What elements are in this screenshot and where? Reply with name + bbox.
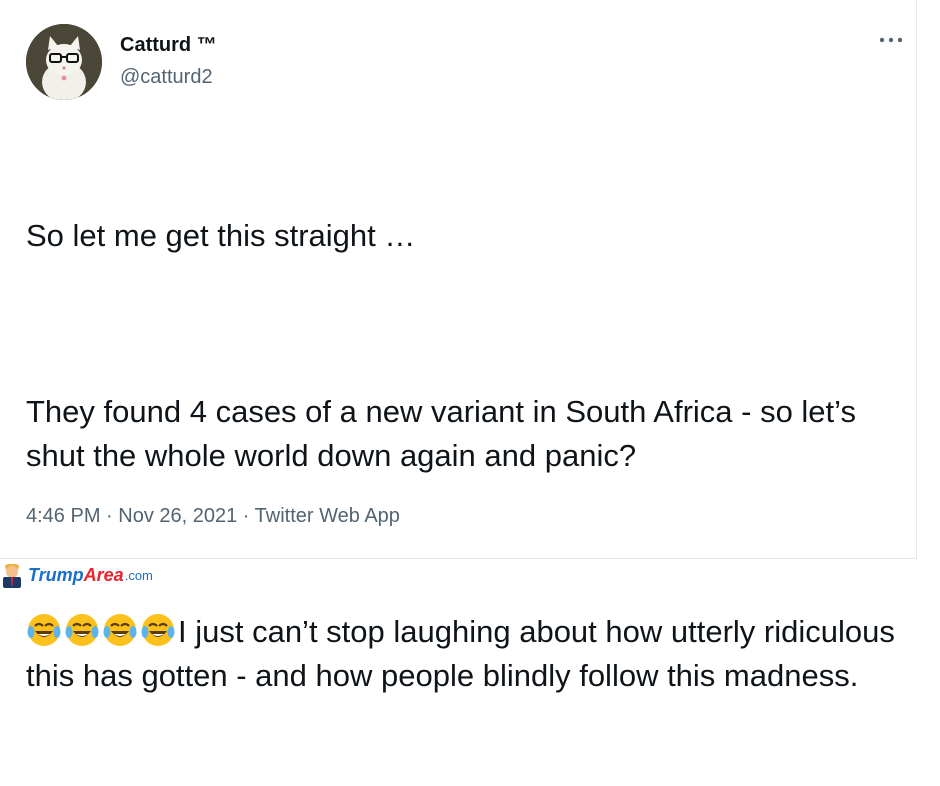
emoji-row [26,614,178,649]
tweet-card: Catturd ™ @catturd2 So let me get this s… [0,0,917,693]
tweet-paragraph: I just can’t stop laughing about how utt… [26,610,906,698]
face-with-tears-of-joy-icon [141,614,175,646]
cat-avatar-icon [26,24,102,100]
tweet-paragraph: They found 4 cases of a new variant in S… [26,394,865,473]
avatar[interactable] [26,24,102,100]
tweet-time[interactable]: 4:46 PM [26,505,100,527]
face-with-tears-of-joy-icon [103,614,137,646]
meta-separator: · [237,505,255,527]
meta-separator: · [100,505,119,527]
tweet-text: So let me get this straight … They found… [26,126,906,786]
tweet-paragraph: So let me get this straight … [26,218,416,253]
face-with-tears-of-joy-icon [27,614,61,646]
watermark-brand-main: Trump [28,564,84,585]
tweet-source[interactable]: Twitter Web App [255,505,400,527]
tweet-date[interactable]: Nov 26, 2021 [118,505,237,527]
tweet-metadata: 4:46 PM · Nov 26, 2021 · Twitter Web App [26,505,400,528]
watermark-brand-accent: Area [83,564,124,585]
watermark-suffix: .com [124,567,153,583]
trump-figure-icon [3,564,21,588]
display-name[interactable]: Catturd ™ [120,34,217,57]
watermark: TrumpArea .com [0,561,153,589]
more-options-button[interactable] [876,30,906,50]
face-with-tears-of-joy-icon [65,614,99,646]
user-handle[interactable]: @catturd2 [120,66,213,89]
watermark-brand: TrumpArea [28,565,124,586]
more-horizontal-icon [879,37,903,43]
